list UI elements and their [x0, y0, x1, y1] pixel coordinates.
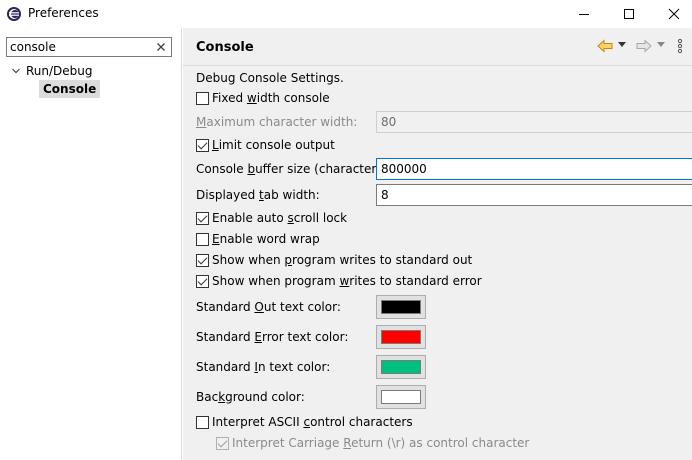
ascii-control-checkbox-row[interactable]: Interpret ASCII control characters [196, 412, 413, 432]
forward-button[interactable] [636, 39, 652, 53]
show-err-label: Show when program writes to standard err… [212, 274, 482, 288]
forward-dropdown-button[interactable] [657, 42, 665, 48]
limit-output-checkbox[interactable] [196, 138, 209, 152]
minimize-icon [579, 14, 589, 15]
carriage-return-checkbox-row: Interpret Carriage Return (\r) as contro… [216, 433, 529, 453]
tree-item-label: Console [39, 80, 101, 98]
std-in-color-button[interactable] [376, 355, 426, 379]
preference-page: Console Debug Console Settings. Fixed wi… [183, 28, 692, 460]
preferences-sidebar: Run/Debug Console [0, 28, 182, 460]
ascii-control-checkbox[interactable] [196, 415, 209, 429]
std-err-color-label: Standard Error text color: [196, 330, 349, 344]
color-swatch [381, 360, 421, 374]
tree-item-label: Run/Debug [26, 64, 93, 78]
section-label: Debug Console Settings. [196, 71, 344, 85]
bg-color-label: Background color: [196, 390, 305, 404]
max-char-width-input: 80 [376, 111, 692, 133]
color-swatch [381, 330, 421, 344]
show-out-checkbox[interactable] [196, 253, 209, 267]
color-swatch [381, 300, 421, 314]
tree-item-console[interactable]: Console [39, 80, 101, 98]
std-err-color-button[interactable] [376, 325, 426, 349]
auto-scroll-checkbox-row[interactable]: Enable auto scroll lock [196, 208, 347, 228]
dropdown-arrow-icon [618, 42, 626, 47]
bg-color-button[interactable] [376, 385, 426, 409]
auto-scroll-label: Enable auto scroll lock [212, 211, 348, 225]
ascii-control-label: Interpret ASCII control characters [212, 415, 413, 429]
show-err-checkbox[interactable] [196, 274, 209, 288]
filter-input[interactable] [10, 39, 150, 55]
eclipse-app-icon [6, 6, 22, 22]
word-wrap-checkbox-row[interactable]: Enable word wrap [196, 229, 320, 249]
fixed-width-checkbox[interactable] [196, 91, 209, 105]
filter-box [6, 37, 172, 57]
console-settings: Debug Console Settings. Fixed width cons… [183, 67, 692, 460]
buffer-size-label: Console buffer size (characters): [196, 162, 392, 176]
view-menu-button[interactable] [677, 38, 683, 54]
word-wrap-checkbox[interactable] [196, 232, 209, 246]
title-bar: Preferences [0, 0, 692, 28]
color-swatch [381, 390, 421, 404]
tab-width-input[interactable]: 8 [376, 184, 692, 206]
tab-width-label: Displayed tab width: [196, 188, 320, 202]
page-header: Console [183, 28, 692, 66]
view-menu-icon [677, 38, 683, 54]
limit-output-checkbox-row[interactable]: Limit console output [196, 135, 335, 155]
carriage-return-label: Interpret Carriage Return (\r) as contro… [232, 436, 530, 450]
auto-scroll-checkbox[interactable] [196, 211, 209, 225]
close-window-button[interactable] [654, 0, 692, 28]
max-char-width-label: Maximum character width: [196, 115, 358, 129]
page-title: Console [196, 40, 254, 55]
dropdown-arrow-icon [657, 42, 665, 47]
close-icon [668, 8, 680, 20]
window-title: Preferences [28, 6, 99, 20]
fixed-width-checkbox-row[interactable]: Fixed width console [196, 88, 330, 108]
word-wrap-label: Enable word wrap [212, 232, 320, 246]
tree-item-run-debug[interactable]: Run/Debug [10, 62, 93, 80]
clear-filter-button[interactable] [155, 40, 167, 54]
buffer-size-input[interactable]: 800000 [376, 158, 692, 180]
maximize-icon [624, 9, 634, 19]
std-out-color-button[interactable] [376, 295, 426, 319]
clear-icon [157, 43, 165, 51]
fixed-width-label: Fixed width console [212, 91, 330, 105]
minimize-button[interactable] [564, 0, 604, 28]
limit-output-label: Limit console output [212, 138, 335, 152]
back-button[interactable] [597, 39, 613, 53]
back-dropdown-button[interactable] [618, 42, 626, 48]
show-out-label: Show when program writes to standard out [212, 253, 473, 267]
back-arrow-icon [597, 39, 613, 53]
std-out-color-label: Standard Out text color: [196, 300, 341, 314]
show-out-checkbox-row[interactable]: Show when program writes to standard out [196, 250, 472, 270]
chevron-down-icon[interactable] [10, 65, 22, 77]
maximize-button[interactable] [609, 0, 649, 28]
show-err-checkbox-row[interactable]: Show when program writes to standard err… [196, 271, 482, 291]
carriage-return-checkbox [216, 436, 229, 450]
forward-arrow-icon [636, 39, 652, 53]
std-in-color-label: Standard In text color: [196, 360, 331, 374]
